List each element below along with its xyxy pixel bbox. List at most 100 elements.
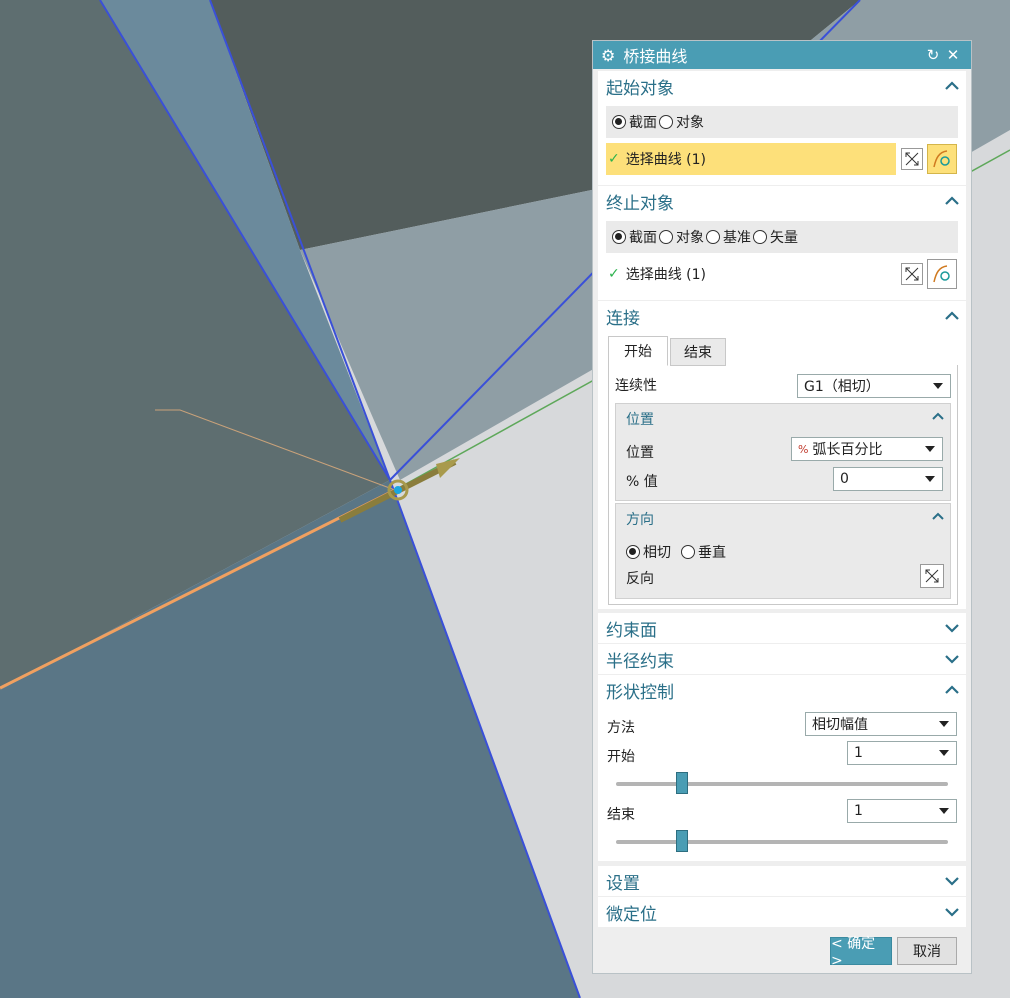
continuity-select[interactable]: G1（相切） (797, 374, 951, 398)
section-settings[interactable]: 设置 (598, 866, 966, 896)
radio-vector[interactable] (753, 230, 767, 244)
select-value: 相切幅值 (812, 717, 868, 733)
radio-label: 相切 (643, 545, 671, 561)
chevron-down-icon[interactable] (944, 904, 960, 920)
chevron-down-icon (933, 383, 943, 389)
end-select-curve-row[interactable]: ✓ 选择曲线 (1) (606, 258, 896, 290)
section-radius-constraint[interactable]: 半径约束 (598, 644, 966, 674)
radio-label: 矢量 (770, 230, 798, 246)
chevron-up-icon[interactable] (932, 511, 944, 521)
start-label: 开始 (607, 749, 635, 765)
check-icon: ✓ (608, 151, 620, 167)
radio-normal[interactable] (681, 545, 695, 559)
method-select[interactable]: 相切幅值 (805, 712, 957, 736)
start-select-curve-row[interactable]: ✓ 选择曲线 (1) (606, 143, 896, 175)
chevron-down-icon (939, 808, 949, 814)
select-value: 弧长百分比 (812, 442, 883, 458)
chevron-up-icon[interactable] (944, 682, 960, 698)
subsection-title: 方向 (626, 512, 654, 528)
position-subpanel: 位置 位置 % 弧长百分比 % 值 0 (615, 403, 951, 501)
chevron-up-icon[interactable] (932, 411, 944, 421)
end-slider-track[interactable] (616, 840, 948, 844)
chevron-down-icon[interactable] (944, 651, 960, 667)
select-value: G1（相切） (804, 379, 880, 395)
radio-label: 垂直 (698, 545, 726, 561)
chevron-down-icon (925, 476, 935, 482)
section-fine-position[interactable]: 微定位 (598, 897, 966, 927)
start-slider-thumb[interactable] (676, 772, 689, 794)
section-title: 微定位 (606, 904, 657, 925)
chevron-up-icon[interactable] (944, 193, 960, 209)
subsection-title: 位置 (626, 412, 654, 428)
radio-tangent[interactable] (626, 545, 640, 559)
percent-value-input[interactable]: 0 (833, 467, 943, 491)
close-icon[interactable]: ✕ (943, 46, 963, 64)
chevron-down-icon (925, 446, 935, 452)
section-connect[interactable]: 连接 (598, 301, 966, 331)
ok-button[interactable]: < 确定 > (830, 936, 892, 969)
start-slider-track[interactable] (616, 782, 948, 786)
percent-arc-icon: % (798, 442, 809, 456)
select-value: 0 (840, 471, 849, 487)
cancel-button[interactable]: 取消 (897, 937, 957, 965)
section-title: 终止对象 (606, 193, 674, 214)
connect-panel: 开始 结束 连续性 G1（相切） 位置 位置 % 弧长百分比 % 值 0 方向 … (598, 331, 966, 609)
select-curve-icon[interactable] (927, 144, 957, 174)
end-label: 结束 (607, 807, 635, 823)
shape-control-panel: 方法 相切幅值 开始 1 结束 1 (598, 705, 966, 861)
bridge-curve-dialog: ⚙ 桥接曲线 ↻ ✕ 起始对象 截面 对象 ✓ 选择曲线 (1) 终止对象 截面… (592, 40, 972, 974)
gear-icon[interactable]: ⚙ (601, 46, 615, 65)
reverse-direction-icon[interactable] (901, 263, 923, 285)
radio-label: 截面 (629, 115, 657, 131)
continuity-label: 连续性 (615, 378, 657, 394)
start-value-input[interactable]: 1 (847, 741, 957, 765)
section-title: 连接 (606, 308, 640, 329)
point-center (394, 486, 402, 494)
percent-value-label: % 值 (626, 474, 658, 490)
radio-section[interactable] (612, 230, 626, 244)
radio-object[interactable] (659, 230, 673, 244)
section-title: 设置 (606, 873, 640, 894)
dialog-title: 桥接曲线 (623, 47, 688, 66)
select-curve-label: 选择曲线 (1) (625, 267, 707, 283)
reset-icon[interactable]: ↻ (923, 46, 943, 64)
select-curve-label: 选择曲线 (1) (625, 152, 707, 168)
radio-section[interactable] (612, 115, 626, 129)
radio-label: 对象 (676, 230, 704, 246)
radio-label: 基准 (723, 230, 751, 246)
radio-datum[interactable] (706, 230, 720, 244)
position-method-select[interactable]: % 弧长百分比 (791, 437, 943, 461)
chevron-down-icon (939, 721, 949, 727)
chevron-up-icon[interactable] (944, 308, 960, 324)
position-label: 位置 (626, 445, 654, 461)
check-icon: ✓ (608, 266, 620, 282)
direction-radio-row: 相切 垂直 (626, 542, 726, 562)
direction-subpanel: 方向 相切 垂直 反向 (615, 503, 951, 599)
section-title: 形状控制 (606, 682, 674, 703)
tab-end[interactable]: 结束 (670, 338, 726, 366)
end-slider-thumb[interactable] (676, 830, 689, 852)
chevron-up-icon[interactable] (944, 78, 960, 94)
chevron-down-icon[interactable] (944, 620, 960, 636)
end-value-input[interactable]: 1 (847, 799, 957, 823)
section-shape-control[interactable]: 形状控制 (598, 675, 966, 705)
section-constraint-face[interactable]: 约束面 (598, 613, 966, 643)
end-type-row: 截面 对象 基准 矢量 (606, 221, 958, 253)
radio-label: 截面 (629, 230, 657, 246)
reverse-direction-icon[interactable] (920, 564, 944, 588)
tab-start[interactable]: 开始 (608, 336, 668, 366)
chevron-down-icon[interactable] (944, 873, 960, 889)
select-curve-icon[interactable] (927, 259, 957, 289)
section-title: 半径约束 (606, 651, 674, 672)
reverse-direction-icon[interactable] (901, 148, 923, 170)
method-label: 方法 (607, 720, 635, 736)
radio-object[interactable] (659, 115, 673, 129)
end-object-panel: 截面 对象 基准 矢量 ✓ 选择曲线 (1) (598, 216, 966, 300)
section-end-object[interactable]: 终止对象 (598, 186, 966, 216)
chevron-down-icon (939, 750, 949, 756)
dialog-titlebar[interactable]: ⚙ 桥接曲线 ↻ ✕ (593, 41, 971, 69)
section-title: 约束面 (606, 620, 657, 641)
start-object-panel: 截面 对象 ✓ 选择曲线 (1) (598, 101, 966, 185)
section-start-object[interactable]: 起始对象 (598, 71, 966, 101)
start-type-row: 截面 对象 (606, 106, 958, 138)
